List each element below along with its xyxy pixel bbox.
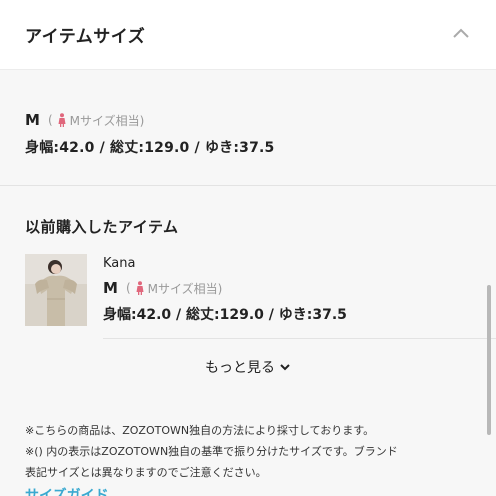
current-size-block: M ( Mサイズ相当) 身幅:42.0 / 総丈:129.0 / ゆき:37.5 [0,70,496,186]
previous-purchases-title: 以前購入したアイテム [25,218,179,236]
size-row: M ( Mサイズ相当) [25,111,144,129]
section-title: アイテムサイズ [25,27,146,47]
item-size-equivalent: ( Mサイズ相当) [126,280,222,297]
item-open-paren: ( [125,281,131,295]
item-brand[interactable]: Kana [103,256,135,271]
item-photo [25,254,87,326]
person-icon [58,113,66,127]
size-label: M [25,111,40,129]
item-measurements: 身幅:42.0 / 総丈:129.0 / ゆき:37.5 [103,307,347,323]
section-header[interactable]: アイテムサイズ [0,0,496,70]
note-line: 表記サイズとは異なりますのでご注意ください。 [25,466,267,479]
item-size-label: M [103,279,118,297]
item-thumbnail[interactable] [25,254,87,326]
size-equivalent: ( Mサイズ相当) [48,112,144,129]
chevron-down-icon [280,364,290,371]
note-line: ※() 内の表示はZOZOTOWN独自の基準で振り分けたサイズです。ブランド [25,445,398,458]
divider [103,338,496,339]
size-notes: ※こちらの商品は、ZOZOTOWN独自の方法により採寸しております。 ※() 内… [25,420,485,483]
size-measurements: 身幅:42.0 / 総丈:129.0 / ゆき:37.5 [25,140,275,156]
size-guide-link[interactable]: サイズガイド [25,485,109,496]
open-paren: ( [47,113,53,127]
show-more-label: もっと見る [205,360,275,376]
item-size-equivalent-text: Mサイズ相当) [147,281,223,296]
size-equivalent-text: Mサイズ相当) [69,113,145,128]
person-icon [136,281,144,295]
scrollbar[interactable] [487,285,491,435]
chevron-up-icon[interactable] [451,24,471,44]
show-more-button[interactable]: もっと見る [0,357,496,377]
item-size-row: M ( Mサイズ相当) [103,279,222,297]
note-line: ※こちらの商品は、ZOZOTOWN独自の方法により採寸しております。 [25,424,375,437]
